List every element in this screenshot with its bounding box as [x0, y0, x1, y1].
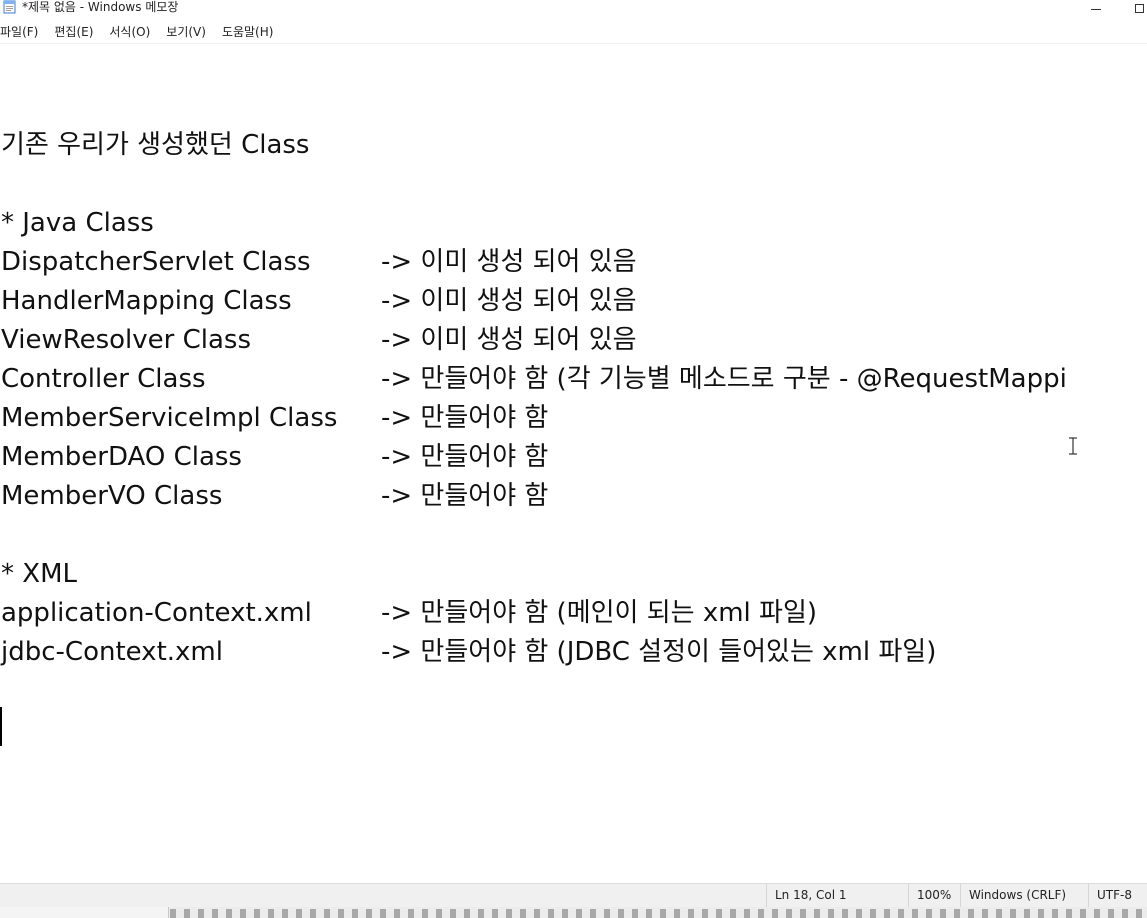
line-note: -> 이미 생성 되어 있음 [381, 247, 637, 277]
line-text: MemberDAO Class [1, 442, 242, 472]
line-note: -> 만들어야 함 [381, 481, 549, 511]
line-text: MemberServiceImpl Class [1, 403, 338, 433]
line-note: -> 만들어야 함 (메인이 되는 xml 파일) [381, 598, 818, 628]
notepad-window: *제목 없음 - Windows 메모장 파일(F) 편집(E) 서식(O) 보… [0, 0, 1147, 918]
menu-help[interactable]: 도움말(H) [222, 22, 282, 42]
text-editor-area[interactable]: 기존 우리가 생성했던 Class * Java Class Dispatche… [0, 44, 1147, 883]
status-bar: Ln 18, Col 1 100% Windows (CRLF) UTF-8 [0, 883, 1147, 907]
menu-file[interactable]: 파일(F) [0, 22, 46, 42]
minimize-button[interactable] [1085, 0, 1107, 16]
maximize-icon [1134, 3, 1144, 13]
zoom-level: 100% [908, 884, 960, 907]
ibeam-cursor-icon [1069, 437, 1077, 455]
line-note: -> 이미 생성 되어 있음 [381, 325, 637, 355]
window-title: *제목 없음 - Windows 메모장 [22, 0, 179, 14]
line-ending: Windows (CRLF) [960, 884, 1088, 907]
text-caret [0, 707, 2, 746]
line-text: ViewResolver Class [1, 325, 252, 355]
menu-format[interactable]: 서식(O) [109, 22, 158, 42]
line-text: Controller Class [1, 364, 206, 394]
notepad-icon [3, 0, 16, 14]
line-note: -> 만들어야 함 [381, 403, 549, 433]
line-text: MemberVO Class [1, 481, 223, 511]
line-text: * Java Class [1, 208, 154, 238]
line-text: application-Context.xml [1, 598, 312, 628]
line-text: * XML [1, 559, 77, 589]
title-bar[interactable]: *제목 없음 - Windows 메모장 [0, 0, 1147, 20]
line-note: -> 만들어야 함 [381, 442, 549, 472]
menu-view[interactable]: 보기(V) [166, 22, 214, 42]
maximize-button[interactable] [1128, 0, 1147, 16]
cursor-position: Ln 18, Col 1 [766, 884, 908, 907]
background-panel [0, 907, 169, 918]
encoding: UTF-8 [1088, 884, 1147, 907]
line-note: -> 만들어야 함 (각 기능별 메소드로 구분 - @RequestMappi [381, 364, 1067, 394]
background-window-strip [0, 907, 1147, 918]
menu-bar: 파일(F) 편집(E) 서식(O) 보기(V) 도움말(H) [0, 22, 1147, 42]
line-note: -> 만들어야 함 (JDBC 설정이 들어있는 xml 파일) [381, 637, 937, 667]
menu-edit[interactable]: 편집(E) [54, 22, 101, 42]
minimize-icon [1091, 8, 1101, 10]
background-text [170, 909, 1147, 918]
line-text: DispatcherServlet Class [1, 247, 311, 277]
line-text: 기존 우리가 생성했던 Class [1, 130, 310, 160]
line-note: -> 이미 생성 되어 있음 [381, 286, 637, 316]
line-text: HandlerMapping Class [1, 286, 292, 316]
line-text: jdbc-Context.xml [1, 637, 223, 667]
